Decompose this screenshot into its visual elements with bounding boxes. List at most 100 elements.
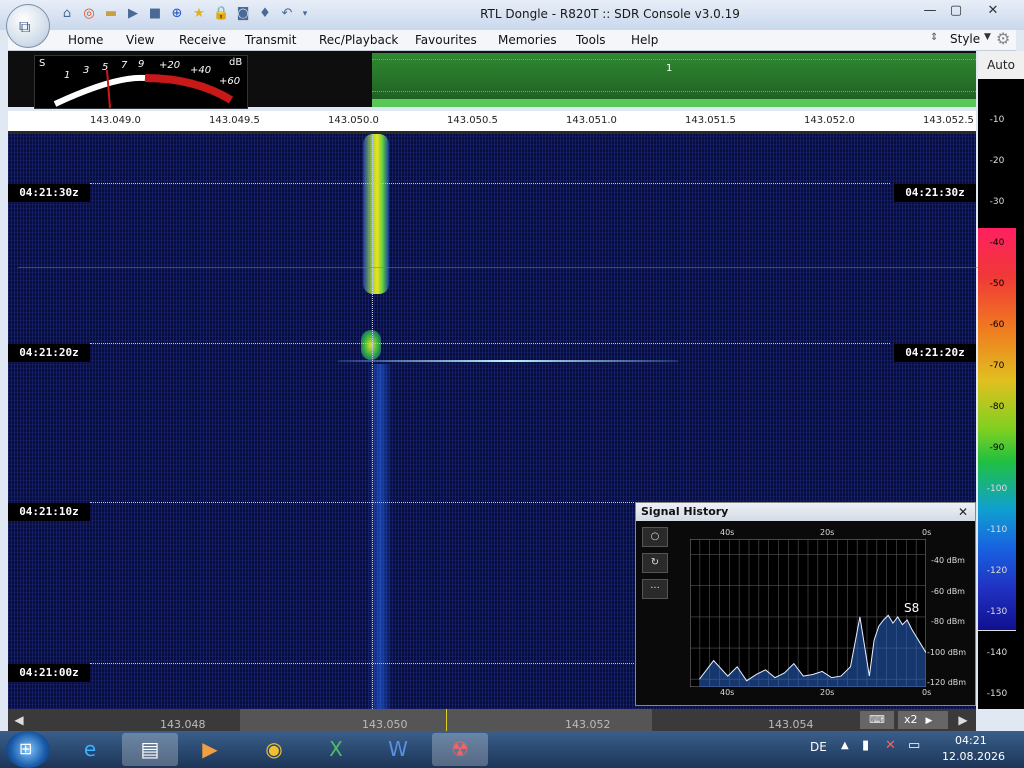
folder-icon[interactable]: ▬ bbox=[103, 6, 119, 22]
menu-memories[interactable]: Memories bbox=[498, 33, 557, 47]
clock-time[interactable]: 04:21 bbox=[955, 734, 987, 747]
s-meter-tick: +60 bbox=[219, 76, 241, 87]
s-meter-tick: 3 bbox=[83, 65, 90, 76]
star-icon[interactable]: ★ bbox=[191, 6, 207, 22]
scroll-left-icon[interactable]: ◀ bbox=[8, 710, 30, 730]
menu-transmit[interactable]: Transmit bbox=[245, 33, 296, 47]
scroll-right-icon[interactable]: ▶ bbox=[952, 710, 974, 730]
spectrum-display[interactable]: 1 bbox=[372, 53, 976, 107]
timestamp-label: 04:21:00z bbox=[8, 664, 90, 682]
signal-history-close-icon[interactable]: ✕ bbox=[958, 505, 968, 519]
camera-icon[interactable]: ◙ bbox=[235, 6, 251, 22]
maximize-button[interactable]: ▢ bbox=[943, 2, 969, 20]
freq-tick-label: 143.050.5 bbox=[447, 115, 498, 126]
s-meter-tick: +20 bbox=[159, 60, 181, 71]
interference-line bbox=[338, 360, 678, 362]
s-meter-db-label: dB bbox=[229, 57, 243, 68]
noise-floor-marker[interactable] bbox=[978, 630, 1016, 631]
tray-display-icon[interactable]: ▭ bbox=[908, 738, 920, 753]
menu-tools[interactable]: Tools bbox=[576, 33, 606, 47]
time-axis-bottom-label: 0s bbox=[922, 688, 932, 697]
db-tick-label: -110 bbox=[986, 525, 1008, 535]
lifebuoy-icon[interactable]: ◎ bbox=[81, 6, 97, 22]
freq-tick-label: 143.050.0 bbox=[328, 115, 379, 126]
db-tick-label: -130 bbox=[986, 607, 1008, 617]
style-chevron-down-icon[interactable]: ▼ bbox=[984, 32, 991, 42]
more-options-button[interactable]: ··· bbox=[642, 579, 668, 599]
db-tick-label: -90 bbox=[989, 443, 1005, 453]
zoom-label: x2 bbox=[904, 713, 918, 726]
chrome-icon[interactable]: ◉ bbox=[246, 733, 302, 766]
home-icon[interactable]: ⌂ bbox=[59, 6, 75, 22]
word-icon[interactable]: W bbox=[370, 733, 426, 766]
internet-explorer-icon[interactable]: e bbox=[62, 733, 118, 766]
menu-rec-playback[interactable]: Rec/Playback bbox=[319, 33, 398, 47]
dbm-axis-label: -60 dBm bbox=[931, 587, 965, 596]
menu-view[interactable]: View bbox=[126, 33, 154, 47]
freq-tick-label: 143.052.5 bbox=[923, 115, 974, 126]
signal-history-chart bbox=[690, 539, 926, 687]
stop-icon[interactable]: ■ bbox=[147, 6, 163, 22]
zoom-selector[interactable]: x2 ▶ bbox=[898, 711, 948, 729]
s-meter-needle bbox=[106, 69, 111, 108]
media-player-icon[interactable]: ▶ bbox=[182, 733, 238, 766]
time-axis-bottom-label: 40s bbox=[720, 688, 735, 697]
style-updown-icon[interactable]: ⇕ bbox=[930, 32, 938, 43]
dbm-axis-label: -80 dBm bbox=[931, 617, 965, 626]
plus-icon[interactable]: ⊕ bbox=[169, 6, 185, 22]
menu-home[interactable]: Home bbox=[68, 33, 103, 47]
overview-freq-label: 143.054 bbox=[768, 718, 814, 731]
style-dropdown[interactable]: Style bbox=[950, 32, 980, 46]
tray-device-icon[interactable]: ▮ bbox=[862, 738, 869, 753]
undo-icon[interactable]: ↶ bbox=[279, 6, 295, 22]
close-button[interactable]: ✕ bbox=[978, 2, 1008, 20]
timestamp-label: 04:21:10z bbox=[8, 503, 90, 521]
signal-burst bbox=[361, 330, 381, 360]
dbm-axis-label: -120 dBm bbox=[927, 678, 967, 687]
spectrum-gridline bbox=[372, 91, 976, 93]
play-icon[interactable]: ▶ bbox=[125, 6, 141, 22]
auto-scale-button[interactable]: Auto bbox=[978, 51, 1024, 79]
settings-gear-icon[interactable]: ⚙ bbox=[996, 29, 1010, 48]
db-tick-label: -40 bbox=[989, 238, 1005, 248]
frequency-overview-bar[interactable]: ◀ 143.048 143.050 143.052 143.054 ⌨ x2 ▶ … bbox=[8, 709, 976, 731]
record-toggle-button[interactable]: ○ bbox=[642, 527, 668, 547]
freq-tick-label: 143.049.5 bbox=[209, 115, 260, 126]
drop-icon[interactable]: ♦ bbox=[257, 6, 273, 22]
keyboard-icon[interactable]: ⌨ bbox=[860, 711, 894, 729]
signal-history-titlebar[interactable]: Signal History bbox=[636, 503, 975, 521]
frequency-scale[interactable]: 143.049.0 143.049.5 143.050.0 143.050.5 … bbox=[8, 111, 976, 134]
signal-history-title: Signal History bbox=[641, 505, 729, 518]
overview-freq-label: 143.052 bbox=[565, 718, 611, 731]
s-meter: S dB 1 3 5 7 9 +20 +40 +60 bbox=[34, 55, 248, 109]
menu-receive[interactable]: Receive bbox=[179, 33, 226, 47]
excel-icon[interactable]: X bbox=[308, 733, 364, 766]
db-tick-label: -70 bbox=[989, 361, 1005, 371]
clock-date[interactable]: 12.08.2026 bbox=[942, 750, 1005, 763]
timestamp-label: 04:21:20z bbox=[894, 344, 976, 362]
timestamp-label: 04:21:30z bbox=[8, 184, 90, 202]
menu-help[interactable]: Help bbox=[631, 33, 658, 47]
db-tick-label: -80 bbox=[989, 402, 1005, 412]
window-title: RTL Dongle - R820T :: SDR Console v3.0.1… bbox=[480, 7, 740, 21]
reset-button[interactable]: ↻ bbox=[642, 553, 668, 573]
sdr-console-icon[interactable]: ☢ bbox=[432, 733, 488, 766]
menu-favourites[interactable]: Favourites bbox=[415, 33, 477, 47]
lock-icon[interactable]: 🔒 bbox=[213, 6, 229, 22]
timestamp-label: 04:21:20z bbox=[8, 344, 90, 362]
file-explorer-icon[interactable]: ▤ bbox=[122, 733, 178, 766]
db-tick-label: -10 bbox=[989, 115, 1005, 125]
s-meter-tick: 7 bbox=[121, 60, 128, 71]
signal-history-window: Signal History ✕ ○ ↻ ··· 40s 20s 0s 40s … bbox=[635, 502, 976, 706]
minimize-button[interactable]: — bbox=[917, 2, 943, 20]
show-hidden-icons-icon[interactable]: ▲ bbox=[841, 740, 849, 751]
tray-network-icon[interactable]: ✕ bbox=[885, 738, 896, 753]
language-indicator[interactable]: DE bbox=[810, 740, 827, 754]
s-reading-label: S8 bbox=[904, 601, 920, 615]
customize-dropdown-icon[interactable]: ▾ bbox=[297, 6, 313, 22]
windows-logo-icon: ⊞ bbox=[19, 739, 33, 758]
start-button[interactable]: ⊞ bbox=[6, 731, 50, 768]
db-tick-label: -30 bbox=[989, 197, 1005, 207]
db-tick-label: -120 bbox=[986, 566, 1008, 576]
application-menu-button[interactable]: ⧉ bbox=[6, 4, 50, 48]
